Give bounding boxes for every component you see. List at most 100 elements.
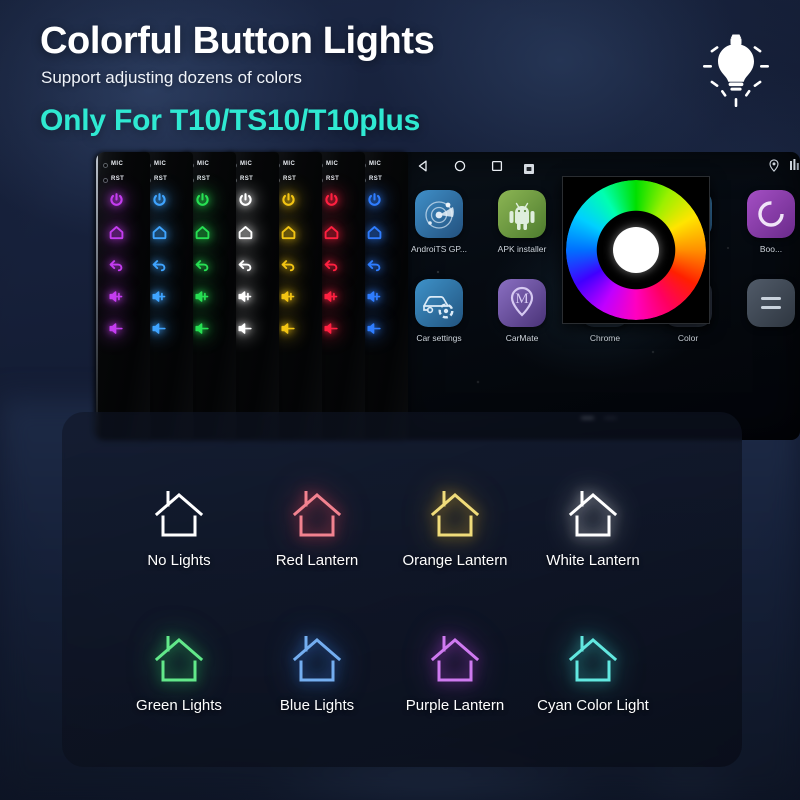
volume-down-button-yellow-panel[interactable] (280, 320, 297, 337)
recents-square-icon[interactable] (490, 159, 504, 173)
color-wheel-center-swatch[interactable] (613, 227, 659, 273)
back-triangle-icon[interactable] (416, 159, 430, 173)
mic-label: MIC (197, 161, 210, 167)
app-label: AndroiTS GP... (410, 244, 468, 254)
home-circle-icon[interactable] (453, 159, 467, 173)
page-title: Colorful Button Lights (40, 20, 435, 62)
lantern-swatch-label: Green Lights (136, 697, 222, 714)
lantern-swatch-label: Cyan Color Light (537, 697, 649, 714)
volume-up-button-blue2-panel[interactable] (366, 288, 383, 305)
home-button-blue2-panel[interactable] (366, 224, 383, 241)
lantern-swatch-3[interactable]: White Lantern (518, 490, 668, 569)
back-button-blue-panel[interactable] (151, 256, 168, 273)
power-button-red-panel[interactable] (323, 192, 340, 209)
back-button-green-panel[interactable] (194, 256, 211, 273)
lantern-swatch-grid: No Lights Red Lantern Orange Lantern Whi… (62, 412, 742, 767)
android-robot-icon[interactable] (498, 190, 546, 238)
mic-label: MIC (283, 161, 296, 167)
back-button-yellow-panel[interactable] (280, 256, 297, 273)
lantern-swatch-label: Red Lantern (275, 552, 359, 569)
house-outline-icon[interactable] (565, 635, 621, 685)
power-button-blue-panel[interactable] (151, 192, 168, 209)
app-label: APK installer (497, 244, 547, 254)
header: Colorful Button Lights Support adjusting… (0, 0, 800, 150)
home-button-white-panel[interactable] (237, 224, 254, 241)
gps-radar-icon[interactable] (415, 190, 463, 238)
app-book-icon[interactable]: Boo... (740, 190, 800, 254)
home-button-yellow-panel[interactable] (280, 224, 297, 241)
lantern-swatch-6[interactable]: Purple Lantern (380, 635, 530, 714)
app-gps-radar-icon[interactable]: AndroiTS GP... (408, 190, 470, 254)
volume-up-button-green-panel[interactable] (194, 288, 211, 305)
volume-down-button-white-panel[interactable] (237, 320, 254, 337)
color-wheel-picker[interactable] (562, 176, 710, 324)
power-button-blue2-panel[interactable] (366, 192, 383, 209)
house-outline-icon[interactable] (427, 635, 483, 685)
house-outline-icon[interactable] (427, 490, 483, 540)
mic-hole (103, 163, 108, 168)
mic-label: MIC (111, 161, 124, 167)
android-screen: AndroiTS GP... APK installer Chrome Blue… (398, 152, 800, 440)
volume-down-button-blue-panel[interactable] (151, 320, 168, 337)
app-android-robot-icon[interactable]: APK installer (491, 190, 553, 254)
volume-up-button-yellow-panel[interactable] (280, 288, 297, 305)
house-outline-icon[interactable] (289, 635, 345, 685)
house-outline-icon[interactable] (565, 490, 621, 540)
power-button-green-panel[interactable] (194, 192, 211, 209)
reset-label: RST (283, 176, 297, 182)
house-outline-icon[interactable] (151, 490, 207, 540)
lantern-swatch-0[interactable]: No Lights (104, 490, 254, 569)
volume-down-button-green-panel[interactable] (194, 320, 211, 337)
purple-panel: MIC RST (96, 152, 150, 440)
generic-app-icon[interactable] (747, 279, 795, 327)
volume-down-button-blue2-panel[interactable] (366, 320, 383, 337)
back-button-purple-panel[interactable] (108, 256, 125, 273)
volume-down-button-purple-panel[interactable] (108, 320, 125, 337)
reset-label: RST (326, 176, 340, 182)
volume-up-button-red-panel[interactable] (323, 288, 340, 305)
volume-up-button-white-panel[interactable] (237, 288, 254, 305)
lantern-swatch-4[interactable]: Green Lights (104, 635, 254, 714)
mic-label: MIC (326, 161, 339, 167)
reset-label: RST (111, 176, 125, 182)
house-outline-icon[interactable] (289, 490, 345, 540)
app-label: Chrome (589, 333, 621, 343)
app-label: Car settings (416, 333, 462, 343)
home-button-blue-panel[interactable] (151, 224, 168, 241)
lantern-swatch-7[interactable]: Cyan Color Light (518, 635, 668, 714)
car-gear-icon[interactable] (415, 279, 463, 327)
mic-label: MIC (240, 161, 253, 167)
app-car-gear-icon[interactable]: Car settings (408, 279, 470, 343)
home-button-purple-panel[interactable] (108, 224, 125, 241)
power-button-yellow-panel[interactable] (280, 192, 297, 209)
reset-hole (103, 178, 108, 183)
app-generic-app-icon[interactable] (740, 279, 800, 333)
lantern-swatch-2[interactable]: Orange Lantern (380, 490, 530, 569)
lantern-swatch-1[interactable]: Red Lantern (242, 490, 392, 569)
back-button-red-panel[interactable] (323, 256, 340, 273)
power-button-purple-panel[interactable] (108, 192, 125, 209)
book-icon[interactable] (747, 190, 795, 238)
back-button-blue2-panel[interactable] (366, 256, 383, 273)
location-pin-icon (768, 159, 780, 172)
volume-down-button-red-panel[interactable] (323, 320, 340, 337)
volume-up-button-blue-panel[interactable] (151, 288, 168, 305)
carmate-pin-icon[interactable]: M (498, 279, 546, 327)
power-button-white-panel[interactable] (237, 192, 254, 209)
lantern-swatch-label: No Lights (147, 552, 211, 569)
app-carmate-pin-icon[interactable]: M CarMate (491, 279, 553, 343)
reset-label: RST (197, 176, 211, 182)
mic-label: MIC (369, 161, 382, 167)
home-button-green-panel[interactable] (194, 224, 211, 241)
house-outline-icon[interactable] (151, 635, 207, 685)
lantern-swatch-5[interactable]: Blue Lights (242, 635, 392, 714)
lantern-swatch-label: Blue Lights (279, 697, 355, 714)
head-unit-device: MIC RST MIC RST MIC RST MIC RST MIC RST … (96, 152, 800, 452)
volume-up-button-purple-panel[interactable] (108, 288, 125, 305)
svg-text:M: M (515, 291, 528, 307)
lantern-color-panel: No Lights Red Lantern Orange Lantern Whi… (62, 412, 742, 767)
screenshot-icon[interactable] (524, 161, 534, 174)
home-button-red-panel[interactable] (323, 224, 340, 241)
reset-label: RST (240, 176, 254, 182)
back-button-white-panel[interactable] (237, 256, 254, 273)
